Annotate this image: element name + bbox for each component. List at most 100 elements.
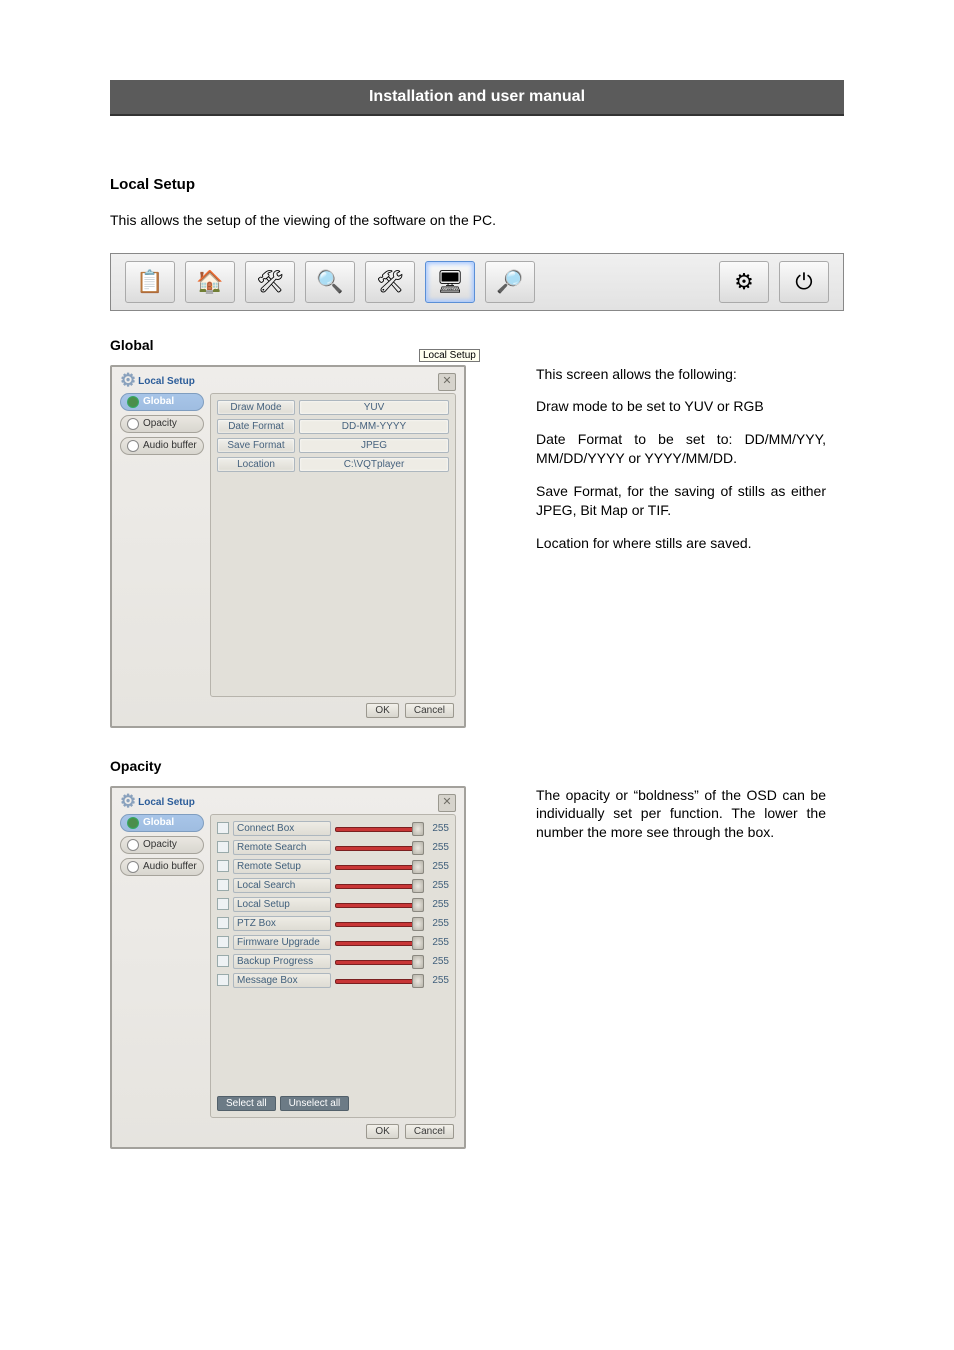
opacity-row: Firmware Upgrade 255 xyxy=(217,935,449,950)
tab-global[interactable]: Global xyxy=(120,814,204,832)
field-label: Date Format xyxy=(217,419,295,434)
opacity-row: Remote Search 255 xyxy=(217,840,449,855)
opacity-label: Firmware Upgrade xyxy=(233,935,331,950)
opacity-heading: Opacity xyxy=(110,758,844,774)
opacity-row: PTZ Box 255 xyxy=(217,916,449,931)
toolbar-gear-icon[interactable]: ⚙ xyxy=(719,261,769,303)
opacity-value: 255 xyxy=(425,956,449,967)
opacity-slider[interactable] xyxy=(335,976,421,984)
field-value[interactable]: C:\VQTplayer xyxy=(299,457,449,472)
dialog-logo: ⚙ Local Setup xyxy=(120,373,195,387)
field-value[interactable]: JPEG xyxy=(299,438,449,453)
opacity-dialog: ⚙ Local Setup ✕ Global Opacity Audio buf… xyxy=(110,786,466,1149)
opacity-slider[interactable] xyxy=(335,843,421,851)
dialog-tabs: Global Opacity Audio buffer xyxy=(120,393,204,697)
field-value[interactable]: YUV xyxy=(299,400,449,415)
toolbar-monitor-icon[interactable]: 🖥 xyxy=(425,261,475,303)
toolbar-tools-icon[interactable]: 🛠 xyxy=(245,261,295,303)
opacity-description: The opacity or “boldness” of the OSD can… xyxy=(536,786,826,857)
field-value[interactable]: DD-MM-YYYY xyxy=(299,419,449,434)
opacity-label: Local Setup xyxy=(233,897,331,912)
checkbox[interactable] xyxy=(217,936,229,948)
opacity-row: Local Search 255 xyxy=(217,878,449,893)
opacity-row: Connect Box 255 xyxy=(217,821,449,836)
opacity-slider[interactable] xyxy=(335,824,421,832)
checkbox[interactable] xyxy=(217,974,229,986)
toolbar-search-list-icon[interactable]: 🔍 xyxy=(305,261,355,303)
opacity-label: PTZ Box xyxy=(233,916,331,931)
ok-button[interactable]: OK xyxy=(366,703,398,718)
gear-icon: ⚙ xyxy=(120,794,136,808)
toolbar-tooltip: Local Setup xyxy=(419,349,480,362)
opacity-label: Connect Box xyxy=(233,821,331,836)
dialog-logo: ⚙ Local Setup xyxy=(120,794,195,808)
dialog-tabs: Global Opacity Audio buffer xyxy=(120,814,204,1118)
checkbox[interactable] xyxy=(217,955,229,967)
page-header-title: Installation and user manual xyxy=(369,88,585,105)
close-icon[interactable]: ✕ xyxy=(438,794,456,812)
opacity-row: Remote Setup 255 xyxy=(217,859,449,874)
checkbox[interactable] xyxy=(217,879,229,891)
opacity-value: 255 xyxy=(425,880,449,891)
gear-icon: ⚙ xyxy=(120,373,136,387)
toolbar-power-icon[interactable]: ⏻ xyxy=(779,261,829,303)
opacity-value: 255 xyxy=(425,975,449,986)
dialog-title: Local Setup xyxy=(138,376,195,387)
opacity-value: 255 xyxy=(425,823,449,834)
checkbox[interactable] xyxy=(217,822,229,834)
opacity-slider[interactable] xyxy=(335,881,421,889)
checkbox[interactable] xyxy=(217,841,229,853)
tab-opacity[interactable]: Opacity xyxy=(120,836,204,854)
field-location: Location C:\VQTplayer xyxy=(217,457,449,472)
select-all-button[interactable]: Select all xyxy=(217,1096,276,1111)
app-toolbar: 📋 🏠 🛠 🔍 🛠 🖥 Local Setup 🔎 ⚙ ⏻ xyxy=(110,253,844,311)
field-date-format: Date Format DD-MM-YYYY xyxy=(217,419,449,434)
ok-button[interactable]: OK xyxy=(366,1124,398,1139)
global-text-line: Location for where stills are saved. xyxy=(536,534,826,553)
tab-global[interactable]: Global xyxy=(120,393,204,411)
global-text-line: Save Format, for the saving of stills as… xyxy=(536,482,826,520)
field-draw-mode: Draw Mode YUV xyxy=(217,400,449,415)
global-text-line: Date Format to be set to: DD/MM/YYY, MM/… xyxy=(536,430,826,468)
opacity-text-line: The opacity or “boldness” of the OSD can… xyxy=(536,786,826,843)
opacity-value: 255 xyxy=(425,918,449,929)
field-label: Save Format xyxy=(217,438,295,453)
global-dialog: ⚙ Local Setup ✕ Global Opacity Audio buf… xyxy=(110,365,466,728)
opacity-value: 255 xyxy=(425,899,449,910)
opacity-slider[interactable] xyxy=(335,900,421,908)
checkbox[interactable] xyxy=(217,898,229,910)
cancel-button[interactable]: Cancel xyxy=(405,703,454,718)
opacity-label: Local Search xyxy=(233,878,331,893)
opacity-label: Remote Search xyxy=(233,840,331,855)
unselect-all-button[interactable]: Unselect all xyxy=(280,1096,350,1111)
global-description: This screen allows the following: Draw m… xyxy=(536,365,826,567)
tab-audio-buffer[interactable]: Audio buffer xyxy=(120,858,204,876)
checkbox[interactable] xyxy=(217,917,229,929)
toolbar-search-icon[interactable]: 🔎 xyxy=(485,261,535,303)
opacity-label: Remote Setup xyxy=(233,859,331,874)
opacity-dialog-content: Connect Box255Remote Search255Remote Set… xyxy=(210,814,456,1118)
opacity-value: 255 xyxy=(425,842,449,853)
field-label: Location xyxy=(217,457,295,472)
checkbox[interactable] xyxy=(217,860,229,872)
global-dialog-content: Draw Mode YUV Date Format DD-MM-YYYY Sav… xyxy=(210,393,456,697)
toolbar-tools2-icon[interactable]: 🛠 xyxy=(365,261,415,303)
tab-audio-buffer[interactable]: Audio buffer xyxy=(120,437,204,455)
close-icon[interactable]: ✕ xyxy=(438,373,456,391)
section-intro: This allows the setup of the viewing of … xyxy=(110,211,844,231)
tab-opacity[interactable]: Opacity xyxy=(120,415,204,433)
opacity-slider[interactable] xyxy=(335,938,421,946)
opacity-value: 255 xyxy=(425,937,449,948)
global-text-line: Draw mode to be set to YUV or RGB xyxy=(536,397,826,416)
field-save-format: Save Format JPEG xyxy=(217,438,449,453)
opacity-row: Backup Progress255 xyxy=(217,954,449,969)
opacity-slider[interactable] xyxy=(335,919,421,927)
cancel-button[interactable]: Cancel xyxy=(405,1124,454,1139)
opacity-slider[interactable] xyxy=(335,862,421,870)
opacity-value: 255 xyxy=(425,861,449,872)
dialog-title: Local Setup xyxy=(138,797,195,808)
toolbar-list-icon[interactable]: 📋 xyxy=(125,261,175,303)
toolbar-group-icon[interactable]: 🏠 xyxy=(185,261,235,303)
opacity-label: Message Box xyxy=(233,973,331,988)
opacity-slider[interactable] xyxy=(335,957,421,965)
